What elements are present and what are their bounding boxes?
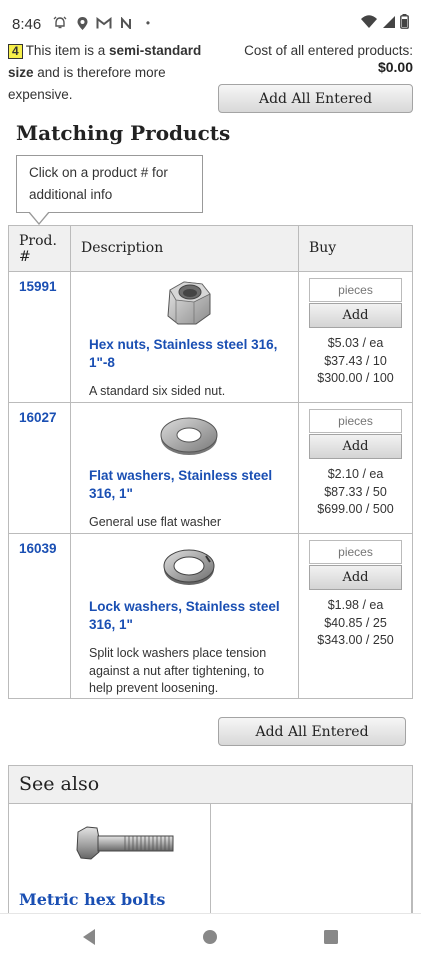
see-also-section: See also Metric hex bolts xyxy=(8,765,413,925)
home-icon[interactable] xyxy=(202,928,218,951)
lock-washer-icon xyxy=(163,549,214,585)
total-cost-value: $0.00 xyxy=(377,59,413,75)
semi-standard-note: 4 This item is a semi-standard size and i… xyxy=(8,40,208,106)
recents-icon[interactable] xyxy=(323,928,339,951)
header-description: Description xyxy=(71,226,299,271)
products-table: Prod. # Description Buy 15991 Hex nuts, … xyxy=(8,225,413,699)
see-also-card-empty xyxy=(211,804,412,924)
hex-nut-icon xyxy=(166,281,211,325)
note-number-badge: 4 xyxy=(8,44,23,59)
add-button[interactable]: Add xyxy=(309,434,402,459)
wifi-icon xyxy=(360,14,378,34)
product-title-link[interactable]: Lock washers, Stainless steel 316, 1" xyxy=(89,598,288,634)
product-title-link[interactable]: Flat washers, Stainless steel 316, 1" xyxy=(89,467,288,503)
see-also-link[interactable]: Metric hex bolts xyxy=(19,890,165,909)
signal-icon xyxy=(382,15,396,34)
total-cost-label: Cost of all entered products: xyxy=(244,43,413,58)
battery-icon xyxy=(400,14,409,34)
add-all-entered-button-top[interactable]: Add All Entered xyxy=(218,84,413,113)
info-tooltip: Click on a product # for additional info xyxy=(16,155,203,213)
see-also-heading: See also xyxy=(9,766,412,804)
status-time: 8:46 xyxy=(12,16,42,33)
total-cost: Cost of all entered products: $0.00 xyxy=(244,43,413,75)
back-icon[interactable] xyxy=(81,928,97,951)
see-also-card-metric-hex-bolts[interactable]: Metric hex bolts xyxy=(9,804,211,924)
product-description: Split lock washers place tension against… xyxy=(89,646,267,695)
quantity-input[interactable] xyxy=(309,409,402,433)
table-row: 16039 Lock washers, Stainless steel 316,… xyxy=(9,534,412,698)
n-notification-icon xyxy=(118,15,134,31)
product-description: A standard six sided nut. xyxy=(89,384,226,398)
add-button[interactable]: Add xyxy=(309,303,402,328)
flat-washer-icon xyxy=(160,417,217,455)
quantity-input[interactable] xyxy=(309,540,402,564)
product-description: General use flat washer xyxy=(89,515,222,529)
header-prod: Prod. # xyxy=(9,226,71,271)
status-bar: 8:46 • xyxy=(0,0,421,40)
table-row: 15991 Hex nuts, Stainless steel 316, 1"-… xyxy=(9,272,412,403)
product-number-link[interactable]: 15991 xyxy=(19,279,57,294)
quantity-input[interactable] xyxy=(309,278,402,302)
gmail-icon xyxy=(96,15,112,31)
hex-bolt-icon xyxy=(76,826,174,860)
add-button[interactable]: Add xyxy=(309,565,402,590)
location-icon xyxy=(74,15,90,31)
table-row: 16027 Flat washers, Stainless steel 316,… xyxy=(9,403,412,534)
table-header: Prod. # Description Buy xyxy=(9,226,412,272)
price-list: $5.03 / ea $37.43 / 10 $300.00 / 100 xyxy=(317,336,394,385)
alarm-icon xyxy=(52,15,68,31)
price-list: $2.10 / ea $87.33 / 50 $699.00 / 500 xyxy=(317,467,394,516)
add-all-entered-button-bottom[interactable]: Add All Entered xyxy=(218,717,406,746)
product-number-link[interactable]: 16027 xyxy=(19,410,57,425)
product-number-link[interactable]: 16039 xyxy=(19,541,57,556)
header-buy: Buy xyxy=(309,240,337,256)
navigation-bar xyxy=(0,913,421,960)
price-list: $1.98 / ea $40.85 / 25 $343.00 / 250 xyxy=(317,598,394,647)
note-text-before: This item is a xyxy=(25,43,109,58)
product-title-link[interactable]: Hex nuts, Stainless steel 316, 1"-8 xyxy=(89,336,288,372)
status-icons: • xyxy=(52,15,156,31)
page-title: Matching Products xyxy=(16,121,231,145)
more-dot: • xyxy=(145,16,151,30)
status-right-icons xyxy=(360,14,409,34)
